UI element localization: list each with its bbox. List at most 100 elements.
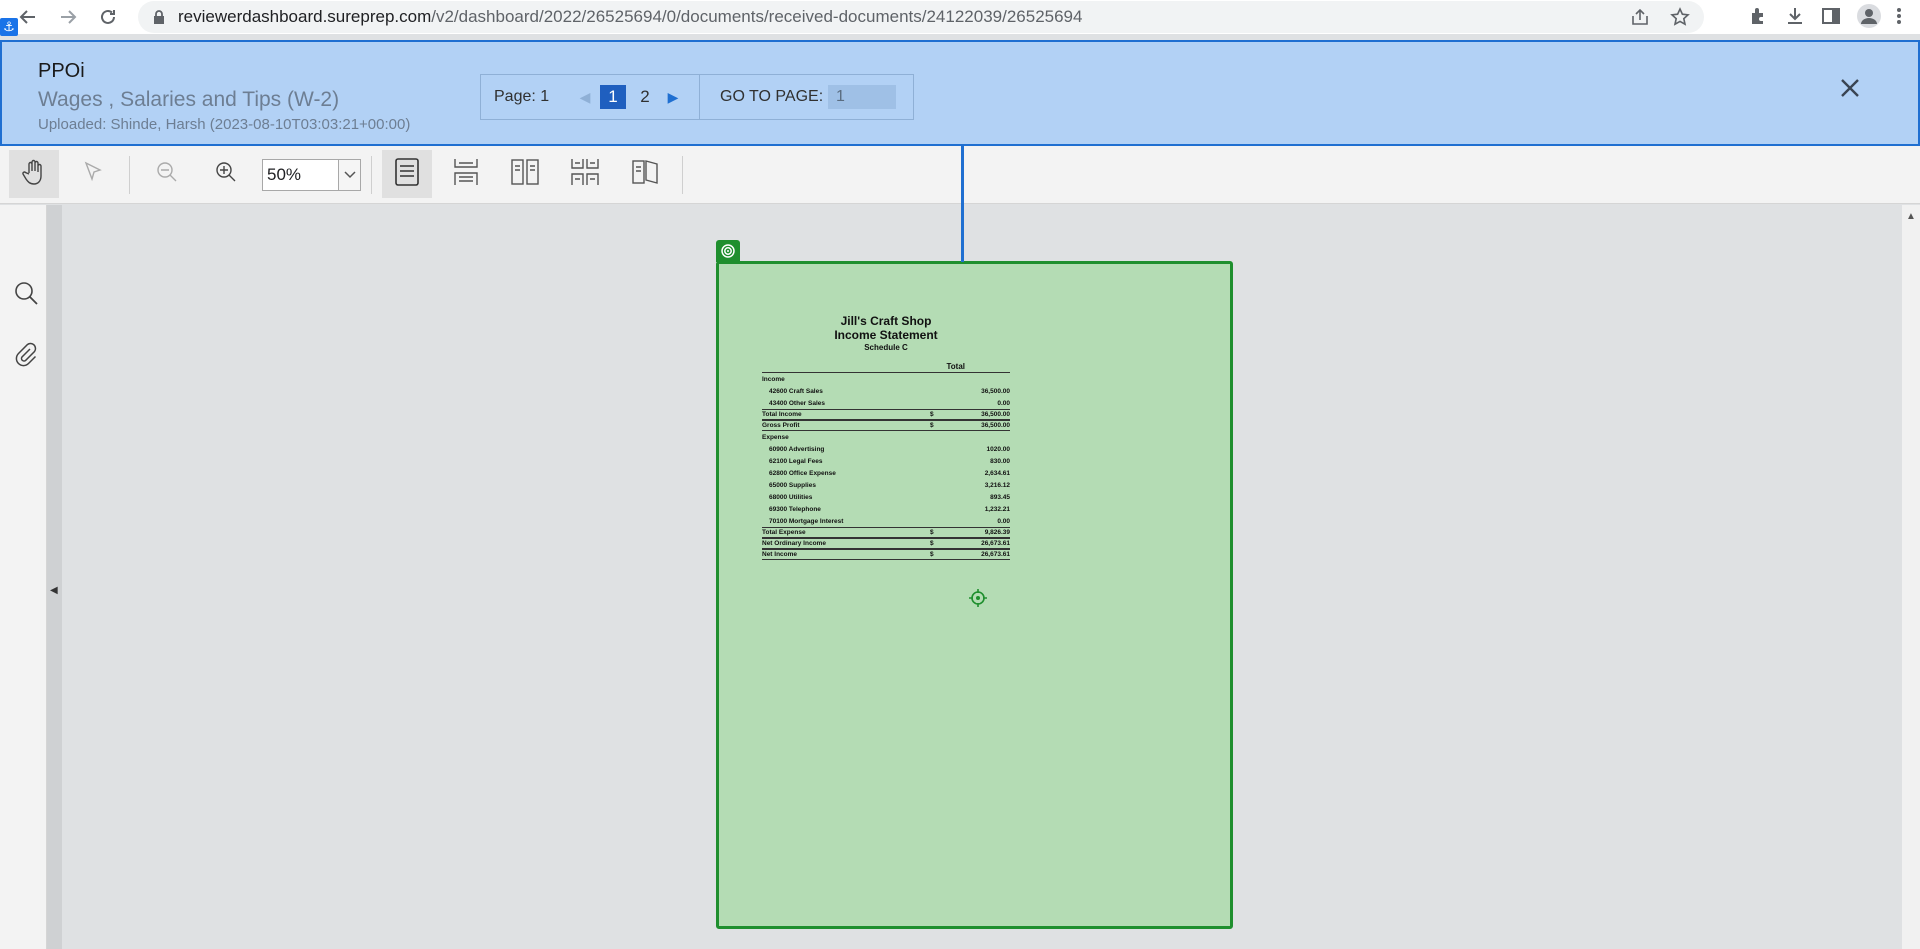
uploaded-info: Uploaded: Shinde, Harsh (2023-08-10T03:0… <box>38 116 411 133</box>
sidebar-divider <box>47 205 62 949</box>
statement-row: 62100 Legal Fees 830.00 <box>762 455 1010 467</box>
continuous-view-button[interactable] <box>441 150 491 198</box>
statement-row-currency: $ <box>930 551 934 558</box>
statement-row-value: 1,232.21 <box>984 505 1010 513</box>
statement-row-label: 62100 Legal Fees <box>769 457 823 465</box>
two-page-view-button[interactable] <box>500 150 550 198</box>
statement-row: 69300 Telephone 1,232.21 <box>762 503 1010 515</box>
statement-row: 68000 Utilities 893.45 <box>762 491 1010 503</box>
statement-row: Expense <box>762 431 1010 443</box>
goto-page-input[interactable] <box>828 85 896 109</box>
url-path: /v2/dashboard/2022/26525694/0/documents/… <box>431 7 1083 26</box>
goto-page-label: GO TO PAGE: <box>720 88 824 105</box>
zoom-out-icon <box>155 160 179 189</box>
statement-row-label: Total Income <box>762 411 802 418</box>
scroll-up-icon[interactable]: ▲ <box>1906 211 1916 222</box>
left-sidebar <box>0 205 47 949</box>
select-icon <box>81 160 105 189</box>
pager: Page: 1 ◀ 1 2 ▶ GO TO PAGE: <box>480 74 914 120</box>
vertical-scrollbar[interactable]: ▲ <box>1902 205 1920 949</box>
hand-tool-button[interactable] <box>9 150 59 198</box>
search-icon[interactable] <box>13 280 39 306</box>
statement-row-label: Income <box>762 375 785 383</box>
statement-row-value: 0.00 <box>997 399 1010 407</box>
statement-row-value: 3,216.12 <box>984 481 1010 489</box>
connector-line <box>961 146 964 262</box>
page-button-1[interactable]: 1 <box>600 85 626 109</box>
close-icon[interactable] <box>1838 76 1862 100</box>
single-page-view-button[interactable] <box>382 150 432 198</box>
statement-row-value: 2,634.61 <box>984 469 1010 477</box>
statement-row: Income <box>762 373 1010 385</box>
statement-row-label: 70100 Mortgage Interest <box>769 517 844 525</box>
statement-row: 62800 Office Expense 2,634.61 <box>762 467 1010 479</box>
statement-row-currency: $ <box>930 422 934 429</box>
single-page-icon <box>394 157 420 192</box>
continuous-icon <box>452 157 480 192</box>
select-tool-button[interactable] <box>68 150 118 198</box>
statement-row-label: 69300 Telephone <box>769 505 821 513</box>
anchor-icon[interactable]: ⚓ <box>0 18 18 36</box>
statement-row-label: Expense <box>762 433 789 441</box>
document-tab-target-icon[interactable] <box>716 240 740 262</box>
statement-row-value: 26,673.61 <box>981 540 1010 547</box>
statement-column-header: Total <box>762 362 1010 373</box>
statement-row: Total Income $36,500.00 <box>762 409 1010 420</box>
address-bar[interactable]: reviewerdashboard.sureprep.com/v2/dashbo… <box>138 1 1704 33</box>
next-page-icon[interactable]: ▶ <box>661 89 685 106</box>
zoom-in-button[interactable] <box>201 150 251 198</box>
statement-row-label: Net Income <box>762 551 798 558</box>
zoom-select[interactable]: 50% <box>262 159 361 191</box>
statement-row-label: 42600 Craft Sales <box>769 387 823 395</box>
zoom-out-button[interactable] <box>142 150 192 198</box>
extensions-icon[interactable] <box>1748 5 1770 32</box>
statement-title: Income Statement <box>834 328 938 342</box>
statement-row-currency: $ <box>930 529 934 536</box>
statement-row-label: 43400 Other Sales <box>769 399 826 407</box>
zoom-value: 50% <box>267 165 302 184</box>
statement-row-label: Total Expense <box>762 529 806 536</box>
profile-icon[interactable] <box>1856 3 1882 34</box>
share-icon[interactable] <box>1630 7 1650 32</box>
statement-row-currency: $ <box>930 540 934 547</box>
statement-row: Net Ordinary Income $26,673.61 <box>762 538 1010 549</box>
statement-row: 60900 Advertising 1020.00 <box>762 443 1010 455</box>
document-subtitle: Wages , Salaries and Tips (W-2) <box>38 88 340 111</box>
document-page[interactable]: Jill's Craft Shop Income Statement Sched… <box>716 261 1233 929</box>
two-page-icon <box>510 157 540 192</box>
statement-row-value: 830.00 <box>990 457 1010 465</box>
page-button-2[interactable]: 2 <box>632 85 658 109</box>
book-view-button[interactable] <box>620 150 670 198</box>
two-page-continuous-view-button[interactable] <box>560 150 610 198</box>
attachment-icon[interactable] <box>13 341 39 367</box>
statement-schedule: Schedule C <box>864 343 908 352</box>
income-statement: Jill's Craft Shop Income Statement Sched… <box>762 314 1010 560</box>
statement-row: 70100 Mortgage Interest 0.00 <box>762 515 1010 527</box>
hand-icon <box>21 158 47 191</box>
reload-icon[interactable] <box>88 0 128 34</box>
star-icon[interactable] <box>1670 7 1690 32</box>
statement-row: Total Expense $9,826.39 <box>762 527 1010 538</box>
statement-row-label: 60900 Advertising <box>769 445 825 453</box>
statement-row-value: 9,826.39 <box>984 529 1010 536</box>
statement-rows: Income 42600 Craft Sales 36,500.00 43400 Ot… <box>762 373 1010 560</box>
statement-row-value: 36,500.00 <box>981 387 1010 395</box>
page-label: Page: 1 <box>494 88 550 105</box>
prev-page-icon[interactable]: ◀ <box>573 89 597 106</box>
lock-icon <box>152 9 166 30</box>
statement-row-value: 1020.00 <box>986 445 1011 453</box>
download-icon[interactable] <box>1784 5 1806 32</box>
two-page-continuous-icon <box>570 157 600 192</box>
statement-row: 43400 Other Sales 0.00 <box>762 397 1010 409</box>
statement-row: 42600 Craft Sales 36,500.00 <box>762 385 1010 397</box>
sidepanel-icon[interactable] <box>1820 5 1842 32</box>
statement-company: Jill's Craft Shop <box>840 314 932 328</box>
chevron-down-icon[interactable] <box>338 160 360 190</box>
collapse-sidebar-icon[interactable]: ◀ <box>50 585 58 596</box>
target-icon[interactable] <box>969 589 987 607</box>
statement-row: 65000 Supplies 3,216.12 <box>762 479 1010 491</box>
forward-icon[interactable] <box>48 0 88 34</box>
viewer-toolbar: 50% <box>0 146 1920 204</box>
menu-icon[interactable] <box>1896 6 1902 31</box>
statement-row-label: Gross Profit <box>762 422 800 429</box>
